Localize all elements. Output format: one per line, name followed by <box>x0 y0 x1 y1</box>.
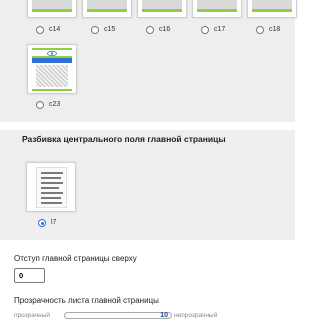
radio-c15[interactable] <box>91 26 99 34</box>
layout-thumbnail-c14[interactable] <box>27 0 77 18</box>
layout-thumbnail-c18[interactable] <box>247 0 297 18</box>
slider-value: 10 <box>160 312 168 319</box>
radio-label-c14: c14 <box>49 26 61 33</box>
layout-thumbnail-c23[interactable] <box>27 44 77 94</box>
radio-c18[interactable] <box>256 26 264 34</box>
section-title: Разбивка центрального поля главной стран… <box>22 134 226 144</box>
layout-thumbnail-c17[interactable] <box>192 0 242 18</box>
offset-label: Отступ главной страницы сверху <box>14 254 137 263</box>
radio-label-c17: c17 <box>214 26 226 33</box>
layout-thumbnail-c16[interactable] <box>137 0 187 18</box>
layout-thumbnail-c15[interactable] <box>82 0 132 18</box>
slider-max-label: непрозрачный <box>174 312 218 319</box>
radio-label-l7: l7 <box>51 219 57 226</box>
document-icon <box>36 167 67 208</box>
slider-min-label: прозрачный <box>14 312 51 319</box>
radio-c17[interactable] <box>201 26 209 34</box>
radio-label-c18: c18 <box>269 26 281 33</box>
slider-track[interactable]: 10 <box>64 312 172 319</box>
opacity-label: Прозрачность листа главной страницы <box>14 296 159 305</box>
radio-label-c15: c15 <box>104 26 116 33</box>
layout-options-panel: c14 c15 c16 c17 c18 c23 <box>0 0 297 122</box>
radio-label-c16: c16 <box>159 26 171 33</box>
layout-thumbnail-l7[interactable] <box>26 162 76 212</box>
radio-c16[interactable] <box>146 26 154 34</box>
radio-c23[interactable] <box>36 101 44 109</box>
radio-c14[interactable] <box>36 26 44 34</box>
offset-input[interactable]: 0 <box>14 268 45 283</box>
radio-label-c23: c23 <box>49 101 61 108</box>
radio-l7[interactable] <box>38 219 46 227</box>
opacity-slider: прозрачный 10 непрозрачный <box>14 310 254 324</box>
